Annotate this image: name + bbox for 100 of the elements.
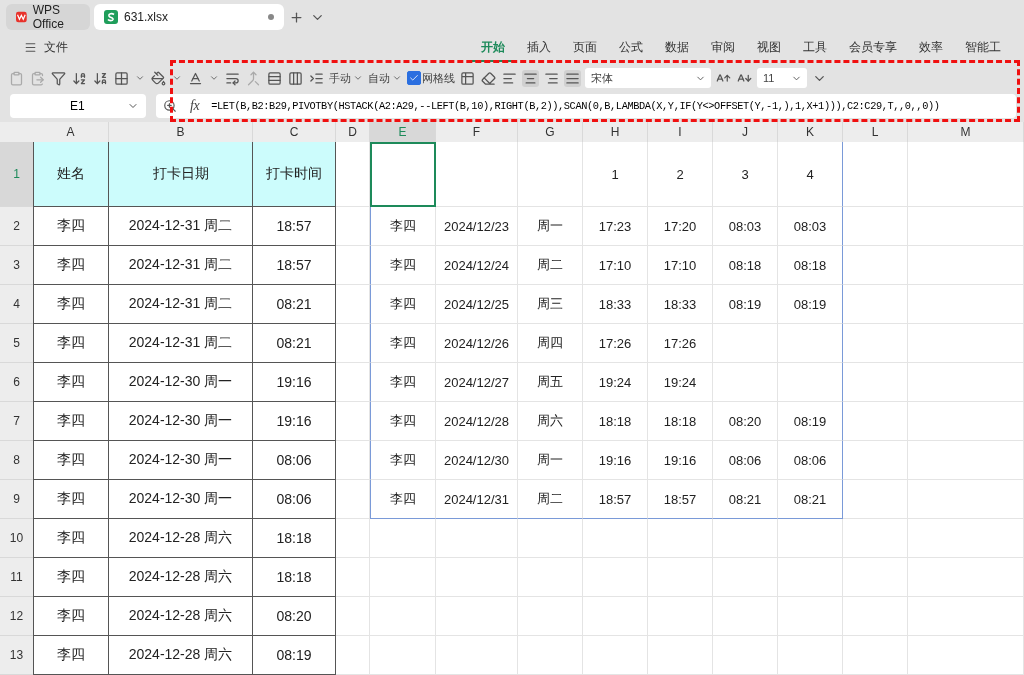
ribbon-tab[interactable]: 会员专享 xyxy=(838,34,908,62)
name-box[interactable]: E1 xyxy=(10,94,146,118)
border-icon[interactable] xyxy=(113,69,130,87)
column-header[interactable]: F xyxy=(436,122,518,142)
ribbon-tab[interactable]: 工具 xyxy=(792,34,838,62)
table-cell: 姓名 xyxy=(33,142,109,207)
function-button[interactable]: fx xyxy=(186,98,204,114)
formula-text: =LET(B,B2:B29,PIVOTBY(HSTACK(A2:A29,--LEFT(B,10),RIGHT(B,2)),SCAN(0,B,LAMBDA(X,Y,IF(Y<>OFFSET(Y,-1,),1,X+1))),C2:C29,T,,0,,0)) xyxy=(211,100,940,112)
table-cell: 08:03 xyxy=(778,207,843,246)
ribbon-tab[interactable]: 审阅 xyxy=(700,34,746,62)
ribbon-tab[interactable]: 效率 xyxy=(908,34,954,62)
row-header[interactable]: 4 xyxy=(0,285,33,324)
row-header[interactable]: 7 xyxy=(0,402,33,441)
row-header[interactable]: 5 xyxy=(0,324,33,363)
row-header[interactable]: 2 xyxy=(0,207,33,246)
table-cell: 周二 xyxy=(518,246,583,285)
row-header[interactable]: 8 xyxy=(0,441,33,480)
table-cell: 17:26 xyxy=(648,324,713,363)
table-cell: 2024/12/28 xyxy=(436,402,518,441)
table-cell: 2024/12/24 xyxy=(436,246,518,285)
table-cell: 李四 xyxy=(370,285,436,324)
document-tab[interactable]: WPS Office xyxy=(6,4,90,30)
ribbon-tab[interactable]: 插入 xyxy=(516,34,562,62)
table-cell: 18:18 xyxy=(648,402,713,441)
formula-field[interactable]: fx =LET(B,B2:B29,PIVOTBY(HSTACK(A2:A29,--LEFT(B,10),RIGHT(B,2)),SCAN(0,B,LAMBDA(X,Y,IF(Y<>OFFSET(Y,-1,),1,X+1))),C2:C29,T,,0,,0)) xyxy=(156,94,1016,118)
table-cell: 李四 xyxy=(370,207,436,246)
table-cell: 19:16 xyxy=(253,363,336,402)
ribbon-tab[interactable]: 页面 xyxy=(562,34,608,62)
ribbon-tab[interactable]: 视图 xyxy=(746,34,792,62)
zoom-icon[interactable] xyxy=(162,98,178,114)
table-cell: 08:06 xyxy=(253,480,336,519)
table-cell: 李四 xyxy=(33,207,109,246)
table-cell: 李四 xyxy=(33,402,109,441)
table-cell: 2024/12/26 xyxy=(436,324,518,363)
row-header[interactable]: 12 xyxy=(0,597,33,636)
ribbon-tab[interactable]: 智能工 xyxy=(954,34,1012,62)
rows-icon[interactable] xyxy=(266,69,283,87)
table-cell: 08:20 xyxy=(253,597,336,636)
filter-icon[interactable] xyxy=(50,69,67,87)
font-select[interactable]: 宋体 xyxy=(585,68,711,88)
columns-icon[interactable] xyxy=(287,69,304,87)
table-cell: 18:33 xyxy=(648,285,713,324)
table-cell: 2024/12/25 xyxy=(436,285,518,324)
table-cell: 2024-12-28 周六 xyxy=(109,519,253,558)
ribbon-tab[interactable]: 数据 xyxy=(654,34,700,62)
table-cell: 08:19 xyxy=(778,402,843,441)
table-cell: 19:16 xyxy=(583,441,648,480)
column-header[interactable]: H xyxy=(583,122,648,142)
column-header[interactable]: D xyxy=(336,122,370,142)
column-header[interactable]: B xyxy=(109,122,253,142)
document-tab[interactable]: 631.xlsx xyxy=(94,4,284,30)
justify-icon[interactable] xyxy=(564,69,581,87)
table-cell: 2024-12-30 周一 xyxy=(109,402,253,441)
table-cell: 18:18 xyxy=(253,558,336,597)
row-header[interactable]: 6 xyxy=(0,363,33,402)
row-header[interactable]: 3 xyxy=(0,246,33,285)
row-header[interactable]: 10 xyxy=(0,519,33,558)
file-menu[interactable]: 文件 xyxy=(12,34,79,62)
row-header[interactable]: 9 xyxy=(0,480,33,519)
table-cell: 2024-12-28 周六 xyxy=(109,558,253,597)
column-header[interactable]: L xyxy=(843,122,908,142)
column-header[interactable]: C xyxy=(253,122,336,142)
column-header[interactable]: G xyxy=(518,122,583,142)
ribbon-tab[interactable]: 公式 xyxy=(608,34,654,62)
table-cell: 19:16 xyxy=(253,402,336,441)
table-cell: 李四 xyxy=(33,363,109,402)
font-size-select[interactable]: 11 xyxy=(757,68,807,88)
column-header[interactable]: K xyxy=(778,122,843,142)
align-center-icon[interactable] xyxy=(522,69,539,87)
table-style-icon[interactable] xyxy=(459,69,476,87)
unsaved-dot-icon xyxy=(268,14,274,20)
table-cell: 18:18 xyxy=(253,519,336,558)
fill-color-icon[interactable] xyxy=(150,69,167,87)
table-cell: 17:23 xyxy=(583,207,648,246)
table-cell: 08:06 xyxy=(713,441,778,480)
row-header[interactable]: 13 xyxy=(0,636,33,675)
table-cell: 17:10 xyxy=(583,246,648,285)
column-width-dropdown[interactable]: 自动 xyxy=(368,70,403,86)
clear-icon[interactable] xyxy=(480,69,497,87)
table-cell: 周六 xyxy=(518,402,583,441)
table-cell: 2024/12/27 xyxy=(436,363,518,402)
table-cell: 18:18 xyxy=(583,402,648,441)
table-cell: 2024-12-31 周二 xyxy=(109,285,253,324)
table-cell: 08:03 xyxy=(713,207,778,246)
column-header[interactable]: J xyxy=(713,122,778,142)
row-header[interactable]: 11 xyxy=(0,558,33,597)
column-header[interactable]: M xyxy=(908,122,1024,142)
wps-logo-icon xyxy=(16,10,27,24)
table-cell: 2024-12-31 周二 xyxy=(109,246,253,285)
clipboard-icon[interactable] xyxy=(8,69,25,87)
column-header[interactable]: A xyxy=(33,122,109,142)
table-cell: 周三 xyxy=(518,285,583,324)
table-cell: 周二 xyxy=(518,480,583,519)
active-cell[interactable] xyxy=(370,142,436,207)
row-height-dropdown[interactable]: 手动 xyxy=(329,70,364,86)
column-header[interactable]: I xyxy=(648,122,713,142)
table-cell: 08:18 xyxy=(713,246,778,285)
table-cell: 2024/12/30 xyxy=(436,441,518,480)
gridlines-checkbox[interactable]: 网格线 xyxy=(407,70,455,86)
table-cell: 李四 xyxy=(33,636,109,675)
